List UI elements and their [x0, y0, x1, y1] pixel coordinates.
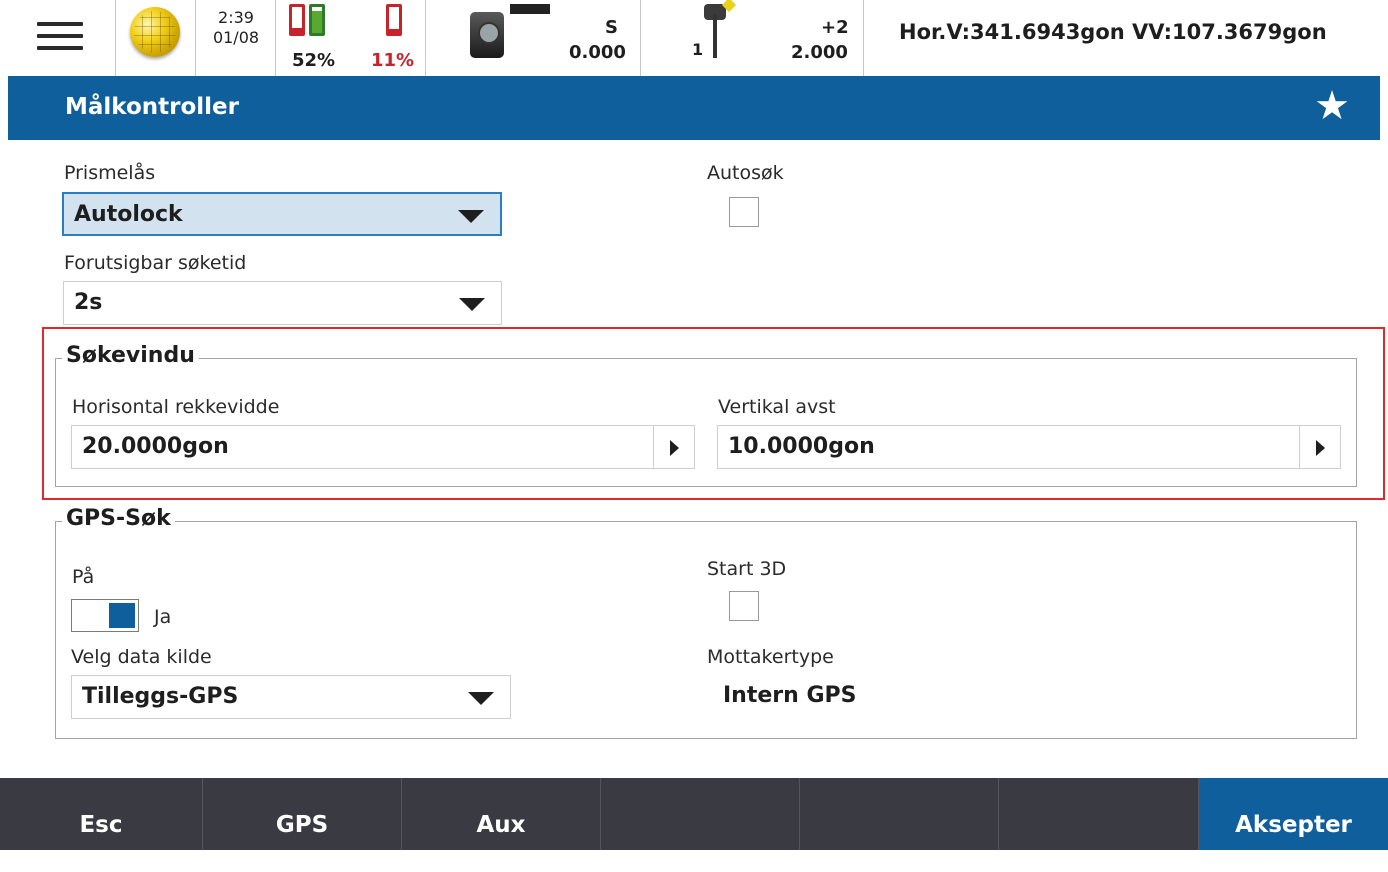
battery-ok-icon — [309, 4, 325, 36]
data-source-label: Velg data kilde — [71, 646, 212, 668]
softkey-bar: Esc GPS Aux Aksepter — [0, 778, 1388, 850]
arrow-right-icon[interactable] — [1299, 426, 1340, 468]
esc-button[interactable]: Esc — [0, 778, 203, 850]
globe-icon[interactable] — [130, 7, 180, 57]
chevron-down-icon — [459, 298, 485, 311]
menu-cell[interactable] — [0, 0, 116, 76]
chevron-down-icon — [458, 210, 484, 223]
page-title: Målkontroller — [65, 94, 239, 120]
job-cell[interactable] — [115, 0, 196, 76]
gps-button[interactable]: GPS — [203, 778, 402, 850]
data-source-value: Tilleggs-GPS — [82, 684, 239, 709]
search-window-legend: Søkevindu — [62, 343, 199, 368]
gps-on-toggle[interactable] — [71, 599, 139, 632]
instrument-face: S — [605, 17, 618, 38]
chevron-down-icon — [468, 692, 494, 705]
predictive-search-label: Forutsigbar søketid — [64, 252, 247, 274]
softkey-empty-3[interactable] — [999, 778, 1199, 850]
total-station-icon[interactable] — [466, 4, 550, 60]
data-source-dropdown[interactable]: Tilleggs-GPS — [71, 675, 511, 719]
instrument-value: 0.000 — [569, 42, 626, 63]
hamburger-menu-icon[interactable] — [37, 22, 83, 50]
battery-low-icon — [289, 4, 305, 36]
instrument-cell[interactable]: S 0.000 — [425, 0, 641, 76]
target-height: 2.000 — [791, 42, 848, 63]
clock-time: 2:39 — [218, 8, 254, 27]
target-cell[interactable]: 1 +2 2.000 — [640, 0, 864, 76]
battery1-percent: 52% — [292, 50, 336, 71]
prism-constant: +2 — [821, 17, 849, 38]
title-bar: Målkontroller ★ — [8, 76, 1380, 140]
receiver-type-label: Mottakertype — [707, 646, 834, 668]
start3d-checkbox[interactable] — [729, 591, 759, 621]
battery-cell[interactable]: 52% 11% — [275, 0, 426, 76]
receiver-type-value: Intern GPS — [723, 683, 857, 708]
horizontal-range-value: 20.0000gon — [82, 434, 229, 459]
predictive-search-dropdown[interactable]: 2s — [63, 281, 502, 325]
autosearch-checkbox[interactable] — [729, 197, 759, 227]
autosearch-label: Autosøk — [707, 162, 784, 184]
start3d-label: Start 3D — [707, 558, 787, 580]
horizontal-range-field[interactable]: 20.0000gon — [71, 425, 695, 469]
softkey-empty-1[interactable] — [601, 778, 800, 850]
prism-lock-label: Prismelås — [64, 162, 156, 184]
vertical-range-label: Vertikal avst — [718, 396, 836, 418]
vertical-range-field[interactable]: 10.0000gon — [717, 425, 1341, 469]
prism-lock-dropdown[interactable]: Autolock — [62, 192, 502, 236]
angle-readout[interactable]: Hor.V:341.6943gon VV:107.3679gon — [899, 20, 1327, 44]
favorite-star-icon[interactable]: ★ — [1314, 86, 1350, 126]
accept-button[interactable]: Aksepter — [1199, 778, 1388, 850]
horizontal-range-label: Horisontal rekkevidde — [72, 396, 280, 418]
clock-cell: 2:39 01/08 — [195, 0, 276, 76]
clock-date: 01/08 — [212, 28, 260, 47]
vertical-range-value: 10.0000gon — [728, 434, 875, 459]
prism-lock-value: Autolock — [74, 202, 183, 227]
aux-button[interactable]: Aux — [402, 778, 601, 850]
status-bar: 2:39 01/08 52% 11% S 0.000 1 +2 2.000 Ho… — [0, 0, 1388, 76]
battery2-percent: 11% — [371, 50, 415, 71]
gps-on-value: Ja — [154, 606, 172, 628]
gps-search-legend: GPS-Søk — [62, 506, 175, 531]
softkey-empty-2[interactable] — [800, 778, 999, 850]
predictive-search-value: 2s — [74, 290, 103, 315]
gps-on-label: På — [72, 566, 95, 588]
arrow-right-icon[interactable] — [653, 426, 694, 468]
target-number: 1 — [692, 40, 704, 59]
battery-controller-icon — [386, 4, 402, 36]
